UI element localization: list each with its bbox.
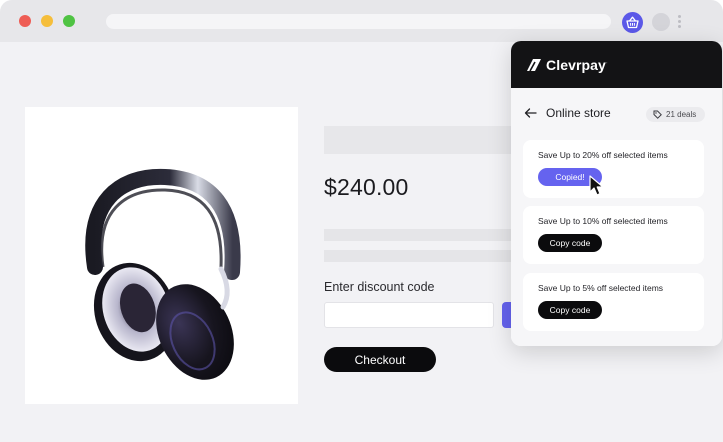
product-image bbox=[25, 107, 298, 404]
product-title-placeholder bbox=[324, 126, 524, 154]
brand-name: Clevrpay· bbox=[546, 57, 608, 73]
basket-icon bbox=[626, 16, 639, 29]
maximize-window-button[interactable] bbox=[63, 15, 75, 27]
product-price: $240.00 bbox=[324, 174, 409, 200]
deal-card: Save Up to 5% off selected items Copy co… bbox=[523, 273, 704, 331]
description-placeholder bbox=[324, 250, 514, 262]
close-window-button[interactable] bbox=[19, 15, 31, 27]
address-bar[interactable] bbox=[106, 14, 611, 29]
minimize-window-button[interactable] bbox=[41, 15, 53, 27]
store-title: Online store bbox=[546, 106, 611, 120]
deal-text: Save Up to 20% off selected items bbox=[538, 150, 668, 160]
deals-count-text: 21 deals bbox=[666, 110, 697, 119]
discount-code-input[interactable] bbox=[324, 302, 494, 328]
deal-card: Save Up to 10% off selected items Copy c… bbox=[523, 206, 704, 264]
profile-avatar[interactable] bbox=[652, 13, 670, 31]
extension-button[interactable] bbox=[622, 12, 643, 33]
deal-text: Save Up to 10% off selected items bbox=[538, 216, 668, 226]
browser-menu-icon[interactable] bbox=[678, 15, 682, 29]
browser-titlebar bbox=[0, 0, 723, 42]
headphones-image bbox=[85, 168, 241, 380]
deal-card: Save Up to 20% off selected items Copied… bbox=[523, 140, 704, 198]
clevrpay-logo-icon bbox=[527, 59, 541, 72]
brand-mark: · bbox=[605, 60, 608, 67]
discount-code-label: Enter discount code bbox=[324, 280, 435, 294]
copy-code-button[interactable]: Copy code bbox=[538, 234, 602, 252]
checkout-button[interactable]: Checkout bbox=[324, 347, 436, 372]
description-placeholder bbox=[324, 229, 514, 241]
brand-name-text: Clevrpay bbox=[546, 57, 606, 73]
tag-icon bbox=[653, 110, 662, 119]
deal-text: Save Up to 5% off selected items bbox=[538, 283, 664, 293]
deals-count-badge: 21 deals bbox=[646, 107, 705, 122]
popup-header: Clevrpay· bbox=[511, 41, 722, 88]
back-arrow-icon[interactable] bbox=[524, 108, 537, 118]
mouse-cursor-icon bbox=[589, 175, 604, 196]
copy-code-button[interactable]: Copy code bbox=[538, 301, 602, 319]
